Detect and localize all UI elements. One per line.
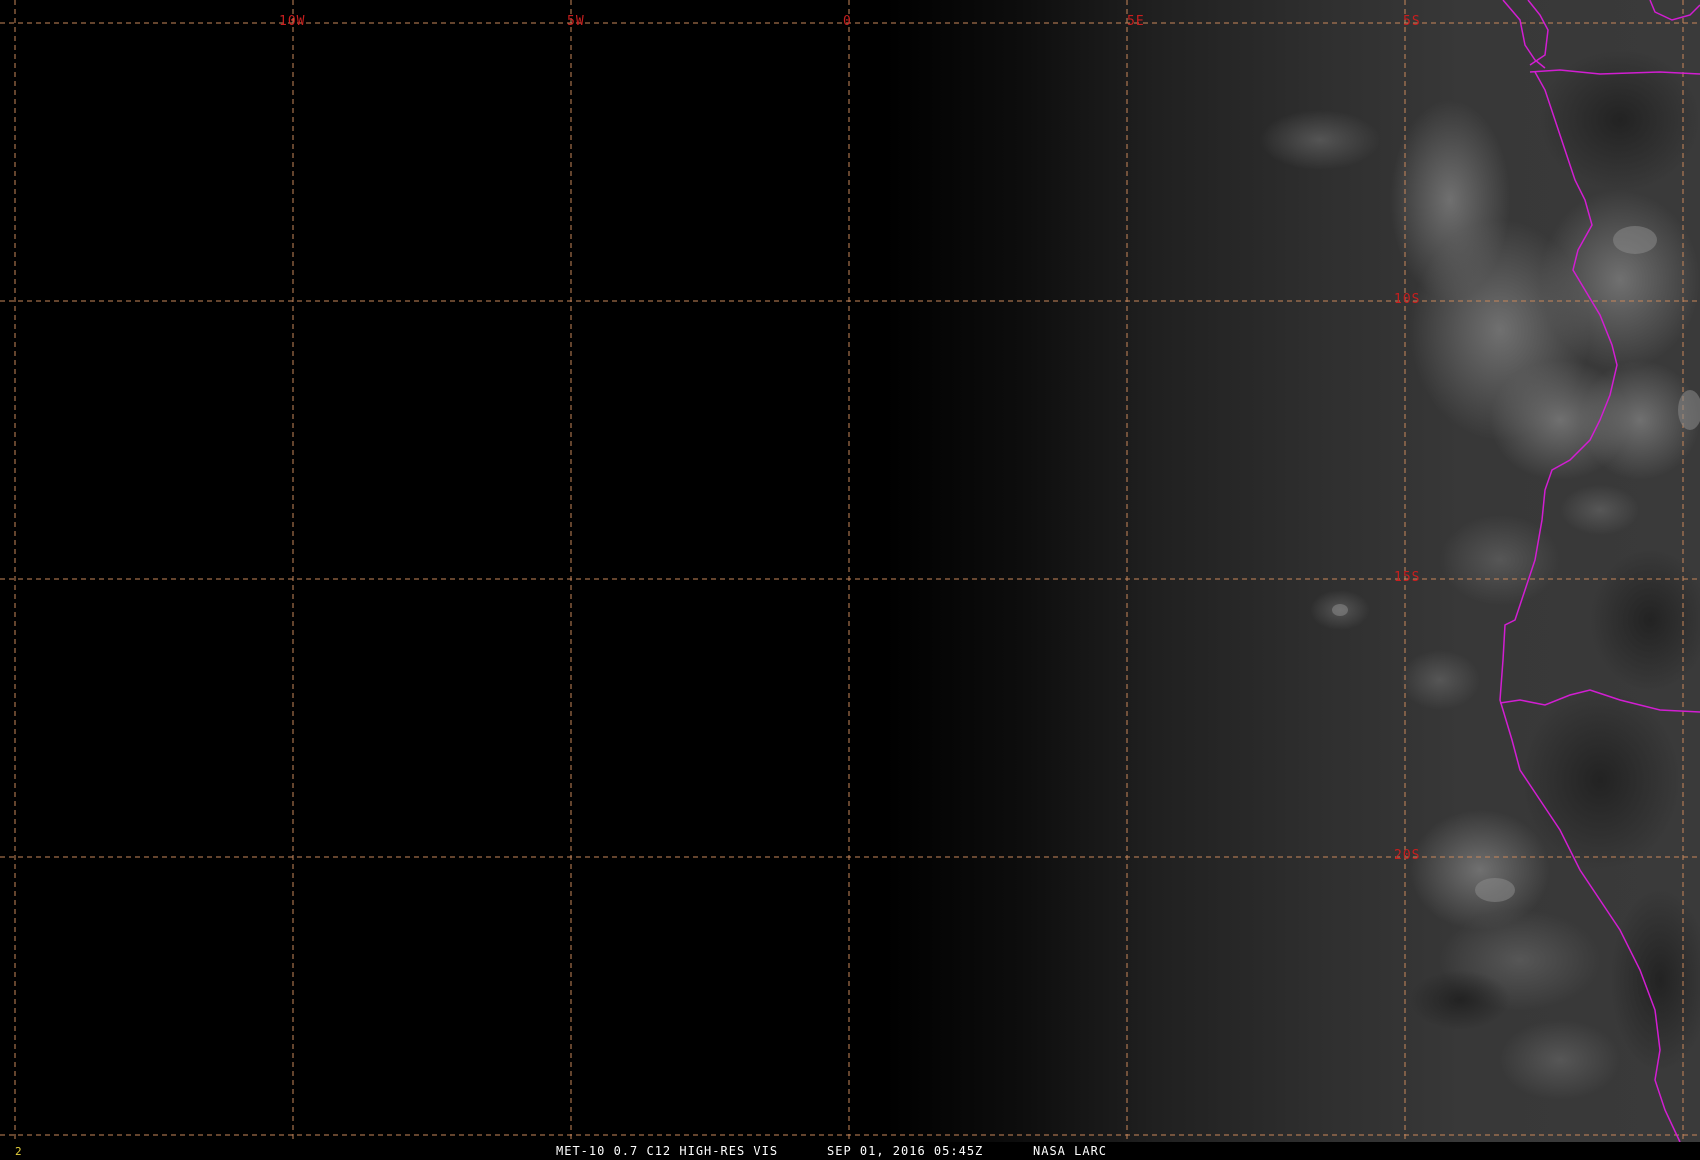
longitude-label: 5E: [1127, 14, 1145, 29]
latitude-label: 20S: [1394, 848, 1421, 863]
datetime-label: SEP 01, 2016 05:45Z: [827, 1144, 984, 1158]
source-label: NASA LARC: [1033, 1144, 1108, 1158]
longitude-label: 10W: [279, 14, 306, 29]
latitude-label: 15S: [1394, 570, 1421, 585]
satellite-imagery: [0, 0, 1700, 1160]
satellite-image-viewer: 10W 5W 0 5E 5S 10S 15S 20S 2 MET-10 0.7 …: [0, 0, 1700, 1160]
status-bar: 2 MET-10 0.7 C12 HIGH-RES VIS SEP 01, 20…: [0, 1142, 1700, 1160]
product-label: MET-10 0.7 C12 HIGH-RES VIS: [556, 1144, 779, 1158]
latitude-label: 10S: [1394, 292, 1421, 307]
longitude-label: 0: [843, 14, 852, 29]
latitude-label: 5S: [1403, 14, 1421, 29]
longitude-label: 5W: [567, 14, 585, 29]
frame-number: 2: [15, 1145, 22, 1158]
